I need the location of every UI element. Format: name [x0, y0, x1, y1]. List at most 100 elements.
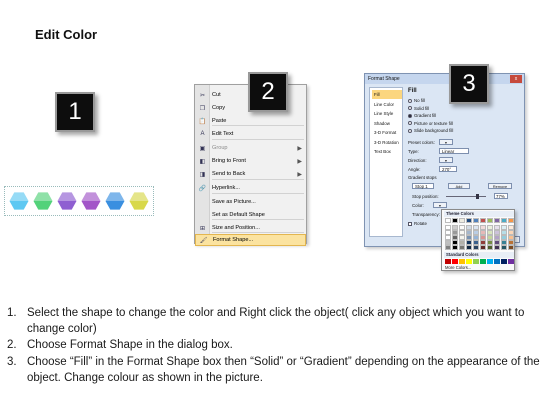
- stop-position-row: Stop position:: [412, 193, 439, 200]
- step-number: 1.: [7, 307, 17, 319]
- fill-option-label: Solid fill: [414, 105, 430, 111]
- hexagon-shape[interactable]: [32, 190, 54, 212]
- color-swatch[interactable]: [466, 245, 472, 250]
- color-swatch[interactable]: [494, 245, 500, 250]
- menu-item[interactable]: ◧ Bring to Front ▶: [195, 155, 306, 167]
- color-swatch[interactable]: [459, 218, 465, 223]
- rotate-checkbox[interactable]: [408, 221, 412, 226]
- hexagon-shape[interactable]: [56, 190, 78, 212]
- menu-item[interactable]: ◨ Send to Back ▶: [195, 168, 306, 180]
- angle-input[interactable]: 270°: [439, 166, 457, 172]
- more-colors-link[interactable]: More Colors...: [445, 265, 471, 270]
- color-swatch[interactable]: [459, 259, 465, 264]
- page-title: Edit Color: [35, 27, 98, 42]
- color-swatch[interactable]: [445, 218, 451, 223]
- rotate-row: Rotate: [408, 220, 427, 227]
- menu-item-label: Size and Position...: [212, 225, 260, 231]
- fill-option[interactable]: Gradient fill: [408, 112, 436, 119]
- direction-button[interactable]: ▾: [439, 157, 453, 163]
- color-swatch[interactable]: [508, 245, 514, 250]
- color-swatch[interactable]: [473, 259, 479, 264]
- color-swatch[interactable]: [480, 218, 486, 223]
- step-2-badge: 2: [248, 72, 288, 112]
- nav-item[interactable]: 3-D Rotation: [372, 138, 402, 147]
- stop-select[interactable]: Stop 1: [412, 183, 434, 189]
- color-swatch[interactable]: [487, 245, 493, 250]
- color-swatch[interactable]: [501, 259, 507, 264]
- color-swatch[interactable]: [445, 245, 451, 250]
- hexagon-shape[interactable]: [80, 190, 102, 212]
- color-swatch[interactable]: [487, 259, 493, 264]
- color-swatch[interactable]: [466, 259, 472, 264]
- slider-thumb[interactable]: [476, 194, 479, 199]
- step-number: 3.: [7, 355, 17, 368]
- theme-colors-heading: Theme Colors: [444, 211, 514, 217]
- hexagon-shape[interactable]: [104, 190, 126, 212]
- nav-item[interactable]: Line Color: [372, 100, 402, 109]
- menu-item[interactable]: Save as Picture...: [195, 196, 306, 208]
- selected-shapes[interactable]: [4, 186, 154, 216]
- color-swatch[interactable]: [487, 218, 493, 223]
- step-text: Choose “Fill” in the Format Shape box th…: [27, 355, 540, 384]
- preset-colors-row: Preset colors:: [408, 139, 435, 146]
- color-swatch[interactable]: [508, 218, 514, 223]
- nav-item[interactable]: Line Style: [372, 109, 402, 118]
- color-swatch[interactable]: [466, 218, 472, 223]
- copy-icon: ❐: [199, 105, 206, 112]
- fill-option[interactable]: Solid fill: [408, 105, 429, 112]
- color-swatch[interactable]: [501, 245, 507, 250]
- nav-item[interactable]: Text Box: [372, 147, 402, 156]
- size-position-icon: ⊞: [199, 225, 206, 232]
- nav-item[interactable]: Fill: [372, 90, 402, 99]
- fill-option[interactable]: Slide background fill: [408, 127, 453, 134]
- color-swatch[interactable]: [494, 218, 500, 223]
- color-button[interactable]: ▾: [433, 202, 447, 208]
- instruction-step: 1. Select the shape to change the color …: [7, 305, 547, 337]
- color-swatch[interactable]: [508, 259, 514, 264]
- menu-item[interactable]: ⊞ Size and Position...: [195, 222, 306, 234]
- close-icon[interactable]: x: [510, 75, 522, 83]
- cut-icon: ✂: [199, 92, 206, 99]
- color-row: Color:: [412, 202, 424, 209]
- format-shape-icon: 🖌: [199, 237, 208, 244]
- menu-item-label: Cut: [212, 92, 221, 98]
- angle-row: Angle:: [408, 166, 420, 173]
- dialog-title: Format Shape: [365, 74, 524, 84]
- color-swatch[interactable]: [501, 218, 507, 223]
- add-stop-button[interactable]: Add: [448, 183, 470, 189]
- fill-option[interactable]: Picture or texture fill: [408, 120, 453, 127]
- color-swatch[interactable]: [459, 245, 465, 250]
- color-swatch[interactable]: [473, 218, 479, 223]
- menu-item[interactable]: ▣ Group ▶: [195, 142, 306, 154]
- color-swatch[interactable]: [445, 259, 451, 264]
- instruction-step: 3. Choose “Fill” in the Format Shape box…: [7, 354, 547, 386]
- color-swatch[interactable]: [473, 245, 479, 250]
- color-label: Color:: [412, 203, 424, 208]
- nav-item[interactable]: Shadow: [372, 119, 402, 128]
- color-swatch[interactable]: [494, 259, 500, 264]
- menu-item-label: Send to Back: [212, 171, 246, 177]
- preset-colors-button[interactable]: ▾: [439, 139, 453, 145]
- color-swatch[interactable]: [480, 245, 486, 250]
- nav-item[interactable]: 3-D Format: [372, 128, 402, 137]
- menu-item[interactable]: 📋 Paste: [195, 115, 306, 127]
- menu-item[interactable]: 🔗 Hyperlink...: [195, 182, 306, 194]
- stop-position-input[interactable]: 77%: [494, 193, 508, 199]
- fill-option[interactable]: No fill: [408, 97, 425, 104]
- menu-item[interactable]: Set as Default Shape: [195, 209, 306, 221]
- hexagon-shape[interactable]: [128, 190, 150, 212]
- fill-option-label: Slide background fill: [414, 128, 454, 133]
- color-swatch[interactable]: [480, 259, 486, 264]
- stop-position-label: Stop position:: [412, 194, 439, 199]
- hexagon-shape[interactable]: [8, 190, 30, 212]
- color-swatch[interactable]: [452, 218, 458, 223]
- transparency-label: Transparency:: [412, 212, 440, 217]
- remove-stop-button[interactable]: Remove: [488, 183, 512, 189]
- color-swatch[interactable]: [452, 259, 458, 264]
- color-swatch[interactable]: [452, 245, 458, 250]
- fill-option-label: Picture or texture fill: [414, 120, 453, 126]
- menu-item[interactable]: A Edit Text: [195, 128, 306, 140]
- type-select[interactable]: Linear: [439, 148, 469, 154]
- stop-position-slider[interactable]: [446, 196, 486, 197]
- menu-item[interactable]: 🖌 Format Shape...: [195, 234, 306, 246]
